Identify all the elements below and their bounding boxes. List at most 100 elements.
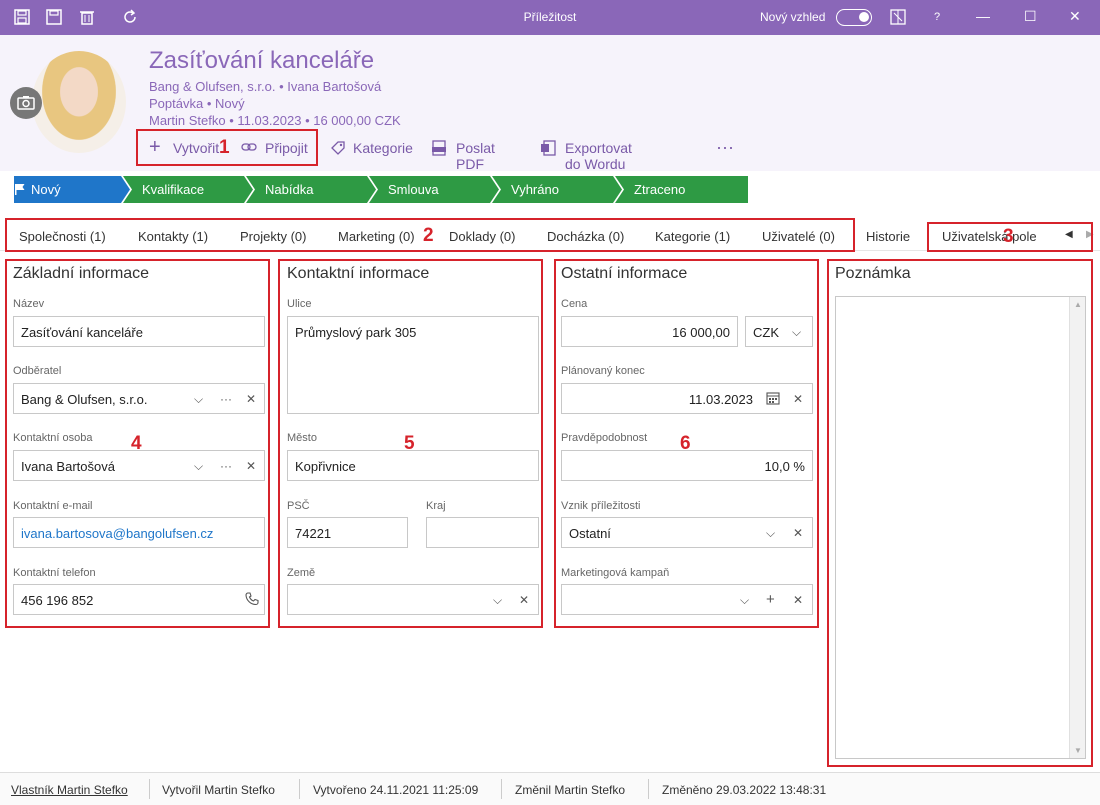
- stage-lost[interactable]: Ztraceno: [634, 182, 685, 197]
- chevron-down-icon[interactable]: ⌵: [740, 593, 749, 608]
- created-by: Vytvořil Martin Stefko: [162, 783, 275, 797]
- footer-divider: [501, 779, 502, 799]
- tag-icon[interactable]: [330, 140, 346, 159]
- probability-value: 10,0 %: [764, 459, 805, 474]
- more-icon[interactable]: ···: [220, 392, 232, 406]
- calendar-icon[interactable]: [766, 391, 780, 408]
- stage-won[interactable]: Vyhráno: [511, 182, 559, 197]
- email-label: Kontaktní e-mail: [13, 500, 93, 512]
- phone-field[interactable]: 456 196 852: [13, 584, 265, 615]
- footer-divider: [149, 779, 150, 799]
- camera-icon[interactable]: [10, 87, 42, 119]
- more-button[interactable]: ···: [716, 137, 734, 158]
- minimize-button[interactable]: —: [976, 8, 990, 24]
- annotation-number-2: 2: [423, 225, 434, 246]
- contact-person-select[interactable]: Ivana Bartošová ⌵ ··· ✕: [13, 450, 265, 481]
- customer-value: Bang & Olufsen, s.r.o.: [21, 392, 148, 407]
- campaign-label: Marketingová kampaň: [561, 567, 670, 579]
- status-footer: Vlastník Martin Stefko Vytvořil Martin S…: [0, 772, 1100, 805]
- price-field[interactable]: 16 000,00: [561, 316, 738, 347]
- note-textarea[interactable]: ▲ ▼: [835, 296, 1086, 759]
- scroll-up-icon[interactable]: ▲: [1074, 300, 1082, 309]
- email-field[interactable]: ivana.bartosova@bangolufsen.cz: [13, 517, 265, 548]
- clear-icon[interactable]: ✕: [519, 593, 529, 607]
- more-icon[interactable]: ···: [220, 459, 232, 473]
- origin-select[interactable]: Ostatní ⌵ ✕: [561, 517, 813, 548]
- help-button[interactable]: ?: [934, 11, 940, 23]
- flag-icon: [14, 183, 26, 198]
- scroll-down-icon[interactable]: ▼: [1074, 746, 1082, 755]
- footer-divider: [648, 779, 649, 799]
- clear-icon[interactable]: ✕: [793, 526, 803, 540]
- chevron-down-icon[interactable]: ⌵: [194, 459, 203, 474]
- add-icon[interactable]: +: [766, 591, 775, 608]
- changed-by: Změnil Martin Stefko: [515, 783, 626, 797]
- contact-info-title: Kontaktní informace: [287, 265, 430, 282]
- probability-label: Pravděpodobnost: [561, 432, 648, 444]
- zip-label: PSČ: [287, 500, 310, 512]
- owner-link[interactable]: Vlastník Martin Stefko: [11, 783, 128, 797]
- title-bar: Příležitost Nový vzhled ? — ☐ ✕: [0, 0, 1100, 35]
- tab-history[interactable]: Historie: [866, 229, 910, 244]
- maximize-button[interactable]: ☐: [1024, 8, 1037, 25]
- phone-value: 456 196 852: [21, 593, 94, 608]
- pdf-icon[interactable]: [431, 140, 447, 159]
- chevron-down-icon[interactable]: ⌵: [766, 526, 775, 541]
- stage-new[interactable]: Nový: [31, 182, 61, 197]
- chevron-down-icon[interactable]: ⌵: [792, 325, 801, 340]
- basic-info-title: Základní informace: [13, 265, 150, 282]
- country-label: Země: [287, 567, 316, 579]
- page-title: Zasíťování kanceláře: [149, 47, 375, 74]
- name-value: Zasíťování kanceláře: [21, 325, 143, 340]
- price-value: 16 000,00: [672, 325, 730, 340]
- export-word-button[interactable]: Exportovat do Wordu: [565, 140, 632, 172]
- campaign-select[interactable]: ⌵ + ✕: [561, 584, 813, 615]
- annotation-number-1: 1: [219, 137, 230, 158]
- planned-end-field[interactable]: 11.03.2023 ✕: [561, 383, 813, 414]
- currency-select[interactable]: CZK ⌵: [745, 316, 813, 347]
- category-button[interactable]: Kategorie: [353, 140, 413, 156]
- header-line-3: Martin Stefko • 11.03.2023 • 16 000,00 C…: [149, 113, 401, 128]
- stage-offer[interactable]: Nabídka: [265, 182, 313, 197]
- stage-qualification[interactable]: Kvalifikace: [142, 182, 204, 197]
- header-line-1: Bang & Olufsen, s.r.o. • Ivana Bartošová: [149, 79, 382, 94]
- clear-icon[interactable]: ✕: [246, 459, 256, 473]
- planned-end-label: Plánovaný konec: [561, 365, 645, 377]
- word-icon[interactable]: [540, 140, 556, 159]
- customer-select[interactable]: Bang & Olufsen, s.r.o. ⌵ ··· ✕: [13, 383, 265, 414]
- note-scrollbar[interactable]: ▲ ▼: [1069, 297, 1085, 758]
- street-label: Ulice: [287, 298, 312, 310]
- region-field[interactable]: [426, 517, 539, 548]
- origin-label: Vznik příležitosti: [561, 500, 641, 512]
- email-value[interactable]: ivana.bartosova@bangolufsen.cz: [21, 526, 213, 541]
- note-title: Poznámka: [835, 265, 911, 282]
- annotation-number-3: 3: [1003, 226, 1014, 247]
- phone-icon[interactable]: [245, 592, 259, 609]
- contact-person-value: Ivana Bartošová: [21, 459, 115, 474]
- avatar: [32, 51, 126, 153]
- close-button[interactable]: ✕: [1069, 8, 1081, 25]
- clear-icon[interactable]: ✕: [793, 392, 803, 406]
- stage-contract[interactable]: Smlouva: [388, 182, 439, 197]
- chevron-down-icon[interactable]: ⌵: [493, 593, 502, 608]
- city-label: Město: [287, 432, 317, 444]
- send-pdf-button[interactable]: Poslat PDF: [456, 140, 495, 172]
- clear-icon[interactable]: ✕: [246, 392, 256, 406]
- country-select[interactable]: ⌵ ✕: [287, 584, 539, 615]
- price-label: Cena: [561, 298, 588, 310]
- zip-value: 74221: [295, 526, 332, 541]
- street-field[interactable]: Průmyslový park 305: [287, 316, 539, 414]
- city-field[interactable]: Kopřivnice: [287, 450, 539, 481]
- chevron-down-icon[interactable]: ⌵: [194, 392, 203, 407]
- planned-end-value: 11.03.2023: [688, 392, 753, 407]
- clear-icon[interactable]: ✕: [793, 593, 803, 607]
- new-look-toggle[interactable]: [836, 9, 872, 26]
- header-line-2: Poptávka • Nový: [149, 96, 245, 111]
- city-value: Kopřivnice: [295, 459, 356, 474]
- layout-icon[interactable]: [889, 8, 907, 26]
- customer-label: Odběratel: [13, 365, 62, 377]
- name-field[interactable]: Zasíťování kanceláře: [13, 316, 265, 347]
- footer-divider: [299, 779, 300, 799]
- probability-field[interactable]: 10,0 %: [561, 450, 813, 481]
- zip-field[interactable]: 74221: [287, 517, 408, 548]
